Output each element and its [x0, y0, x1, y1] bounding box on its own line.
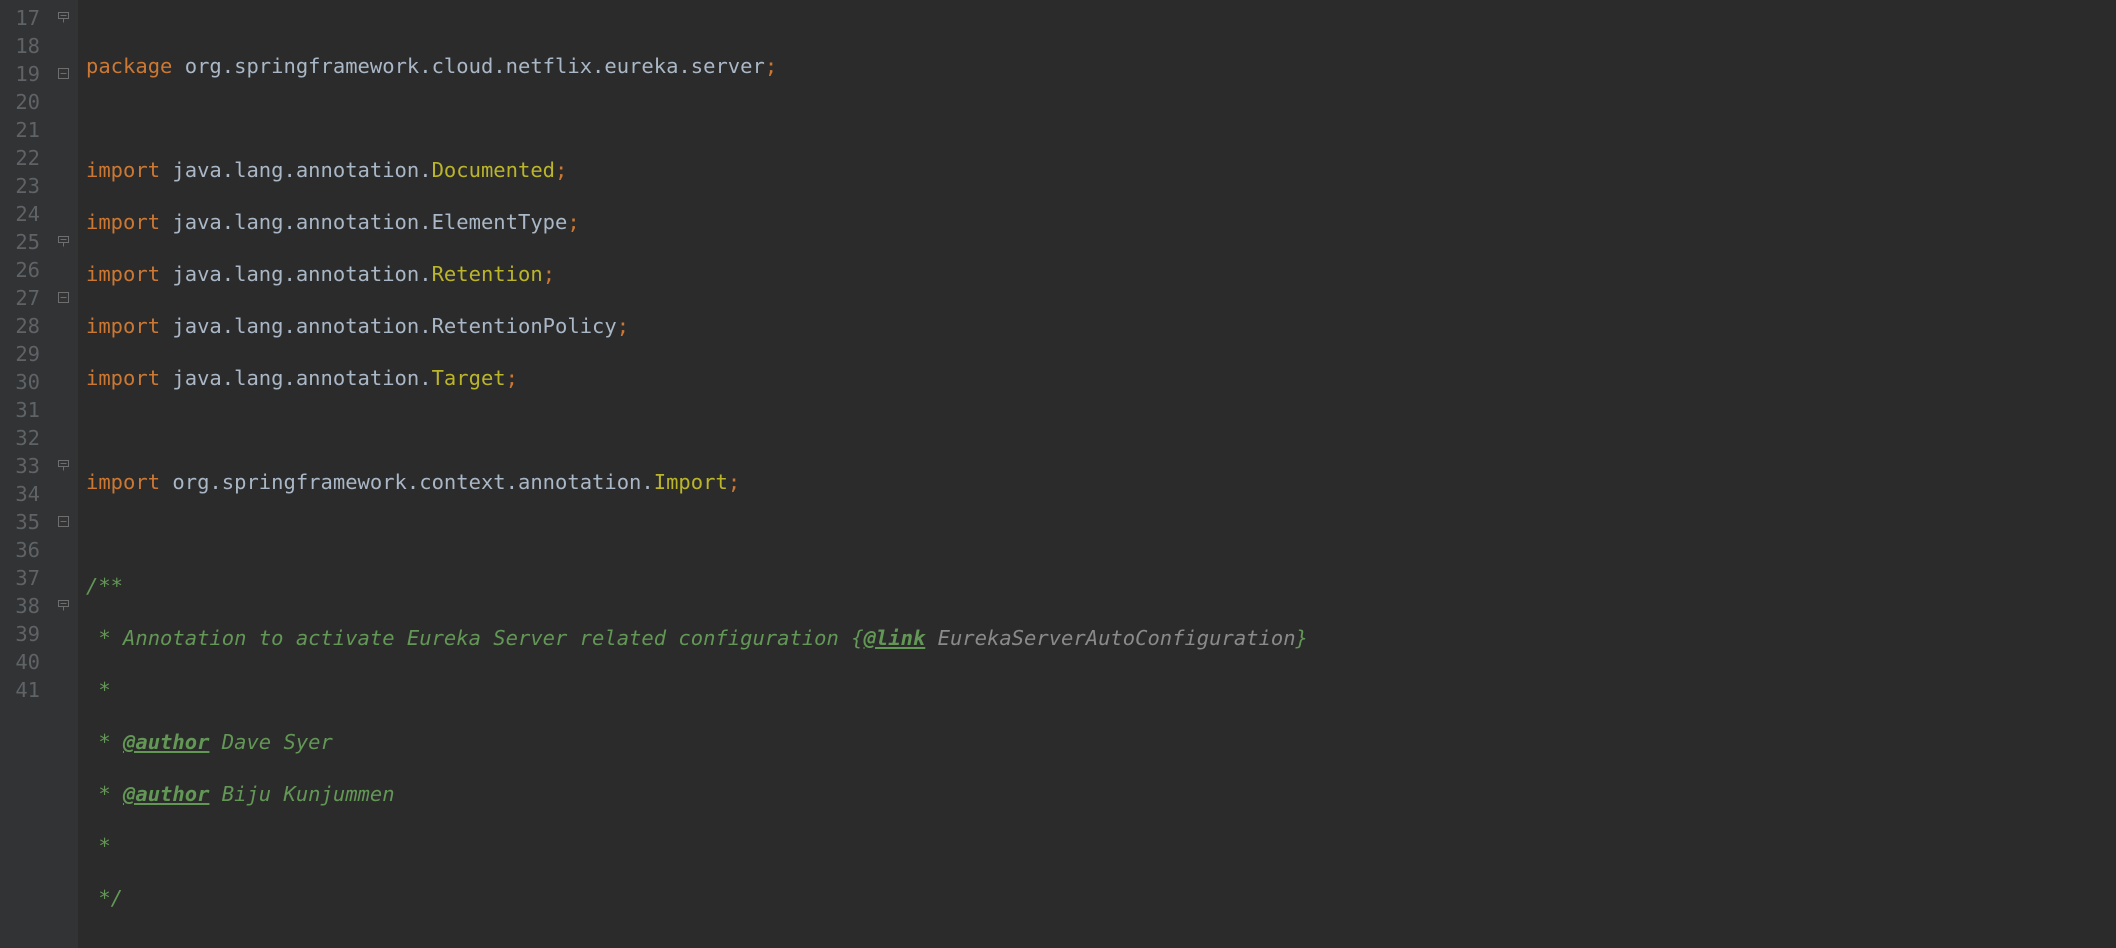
fold-expand-icon[interactable]: [58, 460, 71, 473]
package-path: org.springframework.cloud.netflix.eureka…: [172, 54, 764, 78]
fold-gutter: [50, 0, 78, 948]
import-path: java.lang.annotation.: [160, 366, 432, 390]
import-class: Retention: [432, 262, 543, 286]
javadoc-text: *: [86, 834, 111, 858]
fold-collapse-icon[interactable]: [58, 68, 71, 81]
line-number: 32: [8, 424, 40, 452]
code-line: import java.lang.annotation.Documented;: [86, 156, 2116, 184]
code-line: /**: [86, 572, 2116, 600]
keyword-import: import: [86, 210, 160, 234]
semicolon: ;: [765, 54, 777, 78]
line-number: 25: [8, 228, 40, 256]
code-editor[interactable]: package org.springframework.cloud.netfli…: [78, 0, 2116, 948]
line-number: 23: [8, 172, 40, 200]
line-number: 28: [8, 312, 40, 340]
javadoc-tag-author: @author: [123, 782, 209, 806]
fold-expand-icon[interactable]: [58, 12, 71, 25]
code-line: */: [86, 884, 2116, 912]
semicolon: ;: [567, 210, 579, 234]
code-line: package org.springframework.cloud.netfli…: [86, 52, 2116, 80]
javadoc-text: *: [86, 730, 123, 754]
semicolon: ;: [543, 262, 555, 286]
javadoc-text: *: [86, 678, 111, 702]
import-path: java.lang.annotation.: [160, 262, 432, 286]
code-line: import java.lang.annotation.RetentionPol…: [86, 312, 2116, 340]
javadoc-open: /**: [86, 574, 123, 598]
javadoc-link-ref: EurekaServerAutoConfiguration: [925, 626, 1295, 650]
javadoc-tag-link: @link: [864, 626, 926, 650]
line-number: 39: [8, 620, 40, 648]
line-number-gutter: 1718192021222324252627282930313233343536…: [0, 0, 50, 948]
import-class: Documented: [432, 158, 555, 182]
javadoc-close: */: [86, 886, 123, 910]
line-number: 41: [8, 676, 40, 704]
keyword-import: import: [86, 470, 160, 494]
semicolon: ;: [728, 470, 740, 494]
keyword-import: import: [86, 366, 160, 390]
import-class: Target: [432, 366, 506, 390]
keyword-import: import: [86, 158, 160, 182]
line-number: 30: [8, 368, 40, 396]
line-number: 34: [8, 480, 40, 508]
code-line: *: [86, 676, 2116, 704]
line-number: 21: [8, 116, 40, 144]
brace: {: [851, 626, 863, 650]
import-path: java.lang.annotation.: [160, 158, 432, 182]
code-line: * @author Dave Syer: [86, 728, 2116, 756]
keyword-import: import: [86, 262, 160, 286]
code-line: * Annotation to activate Eureka Server r…: [86, 624, 2116, 652]
line-number: 22: [8, 144, 40, 172]
fold-expand-icon[interactable]: [58, 600, 71, 613]
semicolon: ;: [506, 366, 518, 390]
line-number: 17: [8, 4, 40, 32]
javadoc-text: *: [86, 782, 123, 806]
brace: }: [1296, 626, 1308, 650]
import-path: java.lang.annotation.ElementType: [160, 210, 567, 234]
line-number: 29: [8, 340, 40, 368]
javadoc-author-name: Dave Syer: [209, 730, 332, 754]
keyword-import: import: [86, 314, 160, 338]
javadoc-author-name: Biju Kunjummen: [209, 782, 394, 806]
code-line: [86, 520, 2116, 548]
fold-collapse-icon[interactable]: [58, 292, 71, 305]
code-line: import java.lang.annotation.ElementType;: [86, 208, 2116, 236]
line-number: 26: [8, 256, 40, 284]
code-line: *: [86, 832, 2116, 860]
code-line: import java.lang.annotation.Retention;: [86, 260, 2116, 288]
line-number: 36: [8, 536, 40, 564]
code-line: [86, 936, 2116, 948]
fold-collapse-icon[interactable]: [58, 516, 71, 529]
code-line: [86, 104, 2116, 132]
semicolon: ;: [617, 314, 629, 338]
javadoc-tag-author: @author: [123, 730, 209, 754]
code-line: [86, 416, 2116, 444]
fold-expand-icon[interactable]: [58, 236, 71, 249]
javadoc-text: * Annotation to activate Eureka Server r…: [86, 626, 851, 650]
line-number: 24: [8, 200, 40, 228]
line-number: 33: [8, 452, 40, 480]
import-path: java.lang.annotation.RetentionPolicy: [160, 314, 617, 338]
line-number: 20: [8, 88, 40, 116]
line-number: 38: [8, 592, 40, 620]
import-class: Import: [654, 470, 728, 494]
keyword-package: package: [86, 54, 172, 78]
code-line: import org.springframework.context.annot…: [86, 468, 2116, 496]
import-path: org.springframework.context.annotation.: [160, 470, 654, 494]
code-line: import java.lang.annotation.Target;: [86, 364, 2116, 392]
code-line: * @author Biju Kunjummen: [86, 780, 2116, 808]
line-number: 19: [8, 60, 40, 88]
line-number: 37: [8, 564, 40, 592]
line-number: 27: [8, 284, 40, 312]
line-number: 40: [8, 648, 40, 676]
semicolon: ;: [555, 158, 567, 182]
line-number: 35: [8, 508, 40, 536]
line-number: 31: [8, 396, 40, 424]
line-number: 18: [8, 32, 40, 60]
